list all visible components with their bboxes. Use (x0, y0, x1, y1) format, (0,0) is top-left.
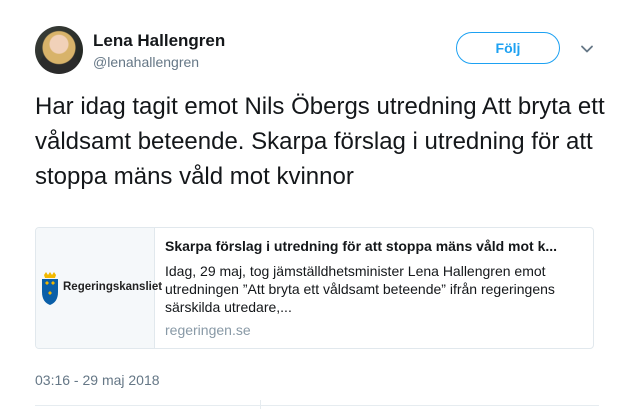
divider-tick (260, 400, 261, 409)
display-name[interactable]: Lena Hallengren (93, 31, 225, 51)
card-image: Regeringskansliet (36, 228, 162, 348)
card-domain: regeringen.se (165, 322, 251, 338)
divider (35, 405, 599, 406)
crest-icon (42, 272, 58, 305)
card-brand: Regeringskansliet (63, 281, 163, 293)
tweet-timestamp[interactable]: 03:16 - 29 maj 2018 (35, 372, 160, 388)
card-description: Idag, 29 maj, tog jämställdhetsminister … (165, 263, 555, 315)
tweet-text: Har idag tagit emot Nils Öbergs utrednin… (35, 93, 605, 190)
card-title[interactable]: Skarpa förslag i utredning för att stopp… (165, 238, 583, 254)
username[interactable]: @lenahallengren (93, 54, 199, 70)
chevron-down-icon[interactable] (580, 42, 594, 56)
link-card[interactable]: Regeringskansliet Skarpa förslag i utred… (35, 227, 594, 349)
follow-button[interactable]: Följ (456, 32, 560, 64)
avatar[interactable] (35, 26, 83, 74)
